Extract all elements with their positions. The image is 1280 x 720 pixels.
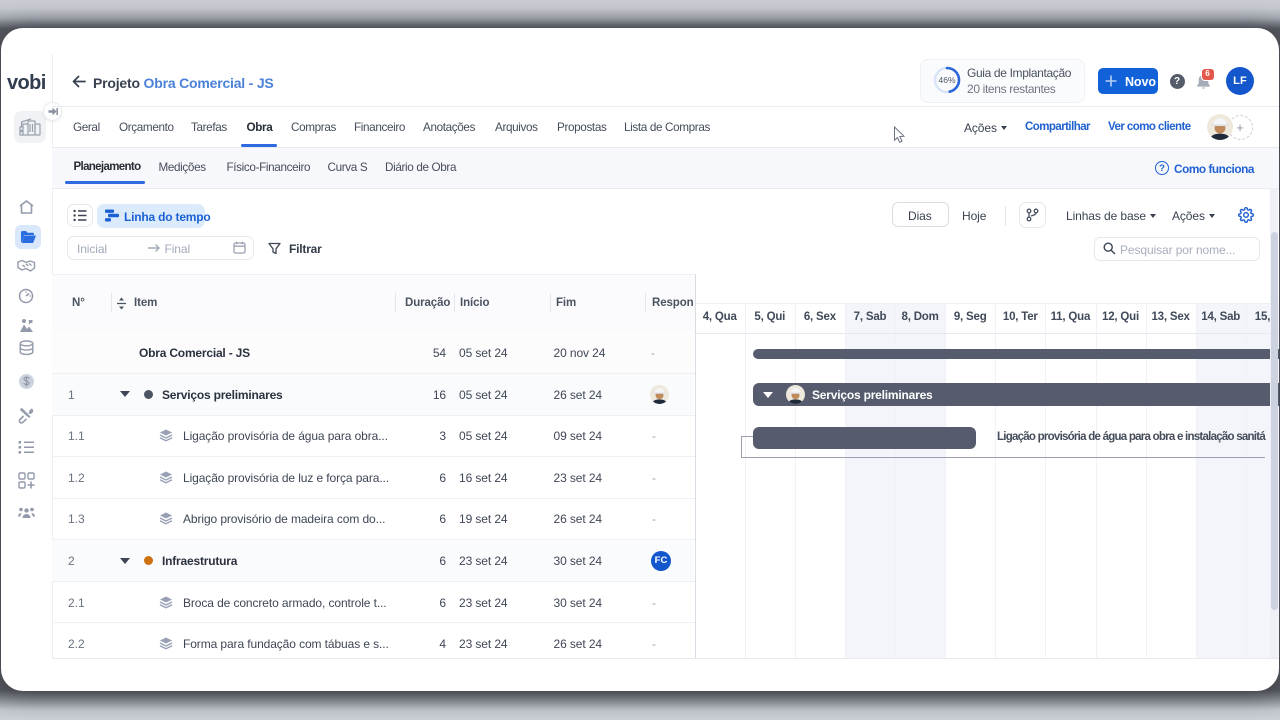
svg-text:46%: 46%	[938, 75, 955, 85]
